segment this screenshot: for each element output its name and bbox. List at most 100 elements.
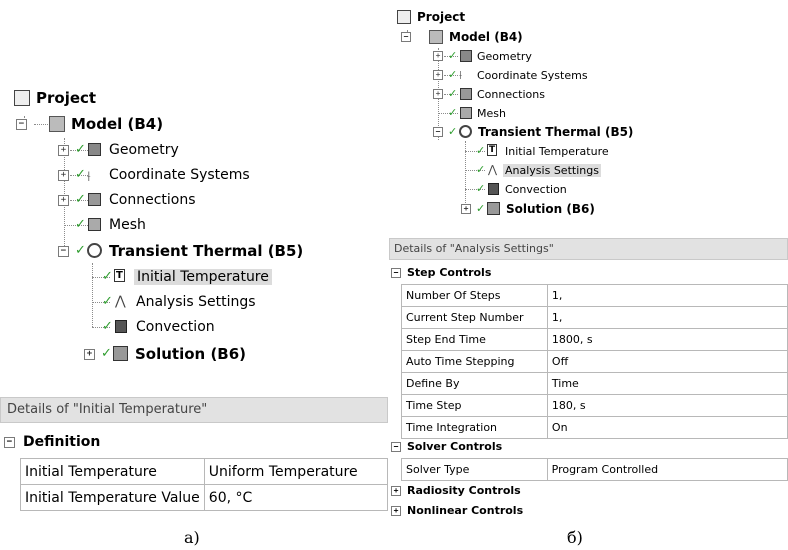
tree-item-solution[interactable]: + ✓ Solution (B6) [84,343,246,365]
tree-item-convection[interactable]: ✓ Convection [102,317,215,337]
check-icon: ✓ [102,269,113,284]
details-header: Details of "Analysis Settings" [389,238,788,260]
check-icon: ✓ [75,217,86,232]
property-name: Step End Time [401,328,548,351]
check-icon: ✓ [476,202,486,215]
property-value[interactable]: Off [546,350,788,373]
property-name: Initial Temperature [20,458,205,485]
tree-item-mesh[interactable]: ✓ Mesh [448,104,506,122]
property-value[interactable]: 180, s [546,394,788,417]
collapse-icon[interactable]: − [391,441,401,452]
details-table-step-controls: Number Of Steps 1, Current Step Number 1, … [401,284,788,439]
details-group-step-controls[interactable]: − Step Controls [391,264,491,281]
table-row: Step End Time 1800, s [401,328,788,351]
expand-icon[interactable]: + [433,51,443,61]
table-row: Solver Type Program Controlled [401,458,788,481]
check-icon: ✓ [448,106,458,119]
property-value[interactable]: On [546,416,788,439]
table-row: Time Step 180, s [401,394,788,417]
tree-item-model[interactable]: − Model (B4) [16,114,163,134]
expand-icon[interactable]: + [391,485,401,496]
expand-icon[interactable]: + [391,505,401,516]
expand-icon[interactable]: + [461,204,471,214]
tree-item-solution[interactable]: + ✓ Solution (B6) [461,199,595,219]
tree-item-transient-thermal[interactable]: − ✓ Transient Thermal (B5) [58,240,303,262]
tree-item-coordinate-systems[interactable]: + ✓ ⟊ Coordinate Systems [433,66,588,84]
project-icon [397,10,411,24]
tree-item-analysis-settings[interactable]: ✓ ⋀ Analysis Settings [102,292,256,312]
caption-a: a) [184,528,200,547]
check-icon: ✓ [448,125,458,138]
tree-item-convection[interactable]: ✓ Convection [476,180,567,198]
details-header: Details of "Initial Temperature" [0,397,388,423]
details-group-radiosity-controls[interactable]: + Radiosity Controls [391,482,521,499]
coordinate-axes-icon: ✓ ⟊ [75,167,91,185]
mesh-icon: ✓ [75,217,103,233]
tree-item-model[interactable]: − Model (B4) [401,28,523,46]
connections-icon: ✓ [448,87,473,101]
check-icon: ✓ [102,319,113,334]
expand-icon[interactable]: + [58,194,69,206]
tree-item-transient-thermal[interactable]: − ✓ Transient Thermal (B5) [433,122,633,142]
tree-item-geometry[interactable]: + ✓ Geometry [58,140,179,160]
check-icon: ✓ [476,182,486,195]
check-icon: ✓ [102,294,113,309]
tree-item-project[interactable]: Project [14,88,96,108]
tree-item-coordinate-systems[interactable]: + ✓ ⟊ Coordinate Systems [58,165,250,185]
details-group-solver-controls[interactable]: − Solver Controls [391,438,502,455]
expand-icon[interactable]: + [58,169,69,181]
solution-icon: ✓ [476,201,501,217]
details-table: Initial Temperature Uniform Temperature … [20,458,389,511]
check-icon: ✓ [75,167,86,182]
geometry-icon: ✓ [448,49,473,63]
tree-item-initial-temperature[interactable]: ✓ T Initial Temperature [476,142,609,160]
tree-item-connections[interactable]: + ✓ Connections [433,85,545,103]
property-value[interactable]: 1, [546,306,788,329]
collapse-icon[interactable]: − [16,118,27,130]
details-group-nonlinear-controls[interactable]: + Nonlinear Controls [391,502,523,519]
tree-item-project[interactable]: Project [397,8,465,26]
left-panel: Project − Model (B4) + ✓ Geometry + ✓ ⟊ C… [0,0,389,550]
tree-item-initial-temperature[interactable]: ✓ T Initial Temperature [102,267,272,287]
property-value[interactable]: 1, [546,284,788,307]
temperature-icon: ✓ T [102,269,125,284]
mesh-icon: ✓ [448,106,473,120]
collapse-icon[interactable]: − [401,32,411,42]
details-table-solver-controls: Solver Type Program Controlled [401,458,788,481]
connections-icon: ✓ [75,192,103,208]
table-row: Initial Temperature Value 60, °C [20,484,389,511]
collapse-icon[interactable]: − [433,127,443,137]
table-row: Define By Time [401,372,788,395]
tree-item-connections[interactable]: + ✓ Connections [58,190,196,210]
tree-item-mesh[interactable]: ✓ Mesh [75,215,146,235]
transient-thermal-icon: ✓ [448,124,473,140]
tree-item-geometry[interactable]: + ✓ Geometry [433,47,532,65]
transient-thermal-icon: ✓ [75,242,103,260]
property-value[interactable]: Program Controlled [546,458,788,481]
property-name: Number Of Steps [401,284,548,307]
expand-icon[interactable]: + [58,144,69,156]
check-icon: ✓ [448,49,458,62]
analysis-settings-icon: ✓ ⋀ [102,294,126,309]
tree-item-analysis-settings[interactable]: ✓ ⋀ Analysis Settings [476,161,601,179]
convection-icon: ✓ [102,319,130,335]
check-icon: ✓ [476,144,486,157]
collapse-icon[interactable]: − [391,267,401,278]
solution-icon: ✓ [101,345,129,363]
property-value[interactable]: Time [546,372,788,395]
check-icon: ✓ [448,68,458,81]
property-value[interactable]: 60, °C [203,484,389,511]
expand-icon[interactable]: + [433,70,443,80]
collapse-icon[interactable]: − [58,245,69,257]
property-value[interactable]: Uniform Temperature [203,458,389,485]
property-value[interactable]: 1800, s [546,328,788,351]
expand-icon[interactable]: + [433,89,443,99]
tree-line [92,263,93,327]
check-icon: ✓ [101,346,112,361]
caption-b: б) [567,528,583,547]
collapse-icon[interactable]: − [4,436,15,448]
table-row: Time Integration On [401,416,788,439]
expand-icon[interactable]: + [84,348,95,360]
details-group-definition[interactable]: − Definition [4,432,100,452]
property-name: Define By [401,372,548,395]
